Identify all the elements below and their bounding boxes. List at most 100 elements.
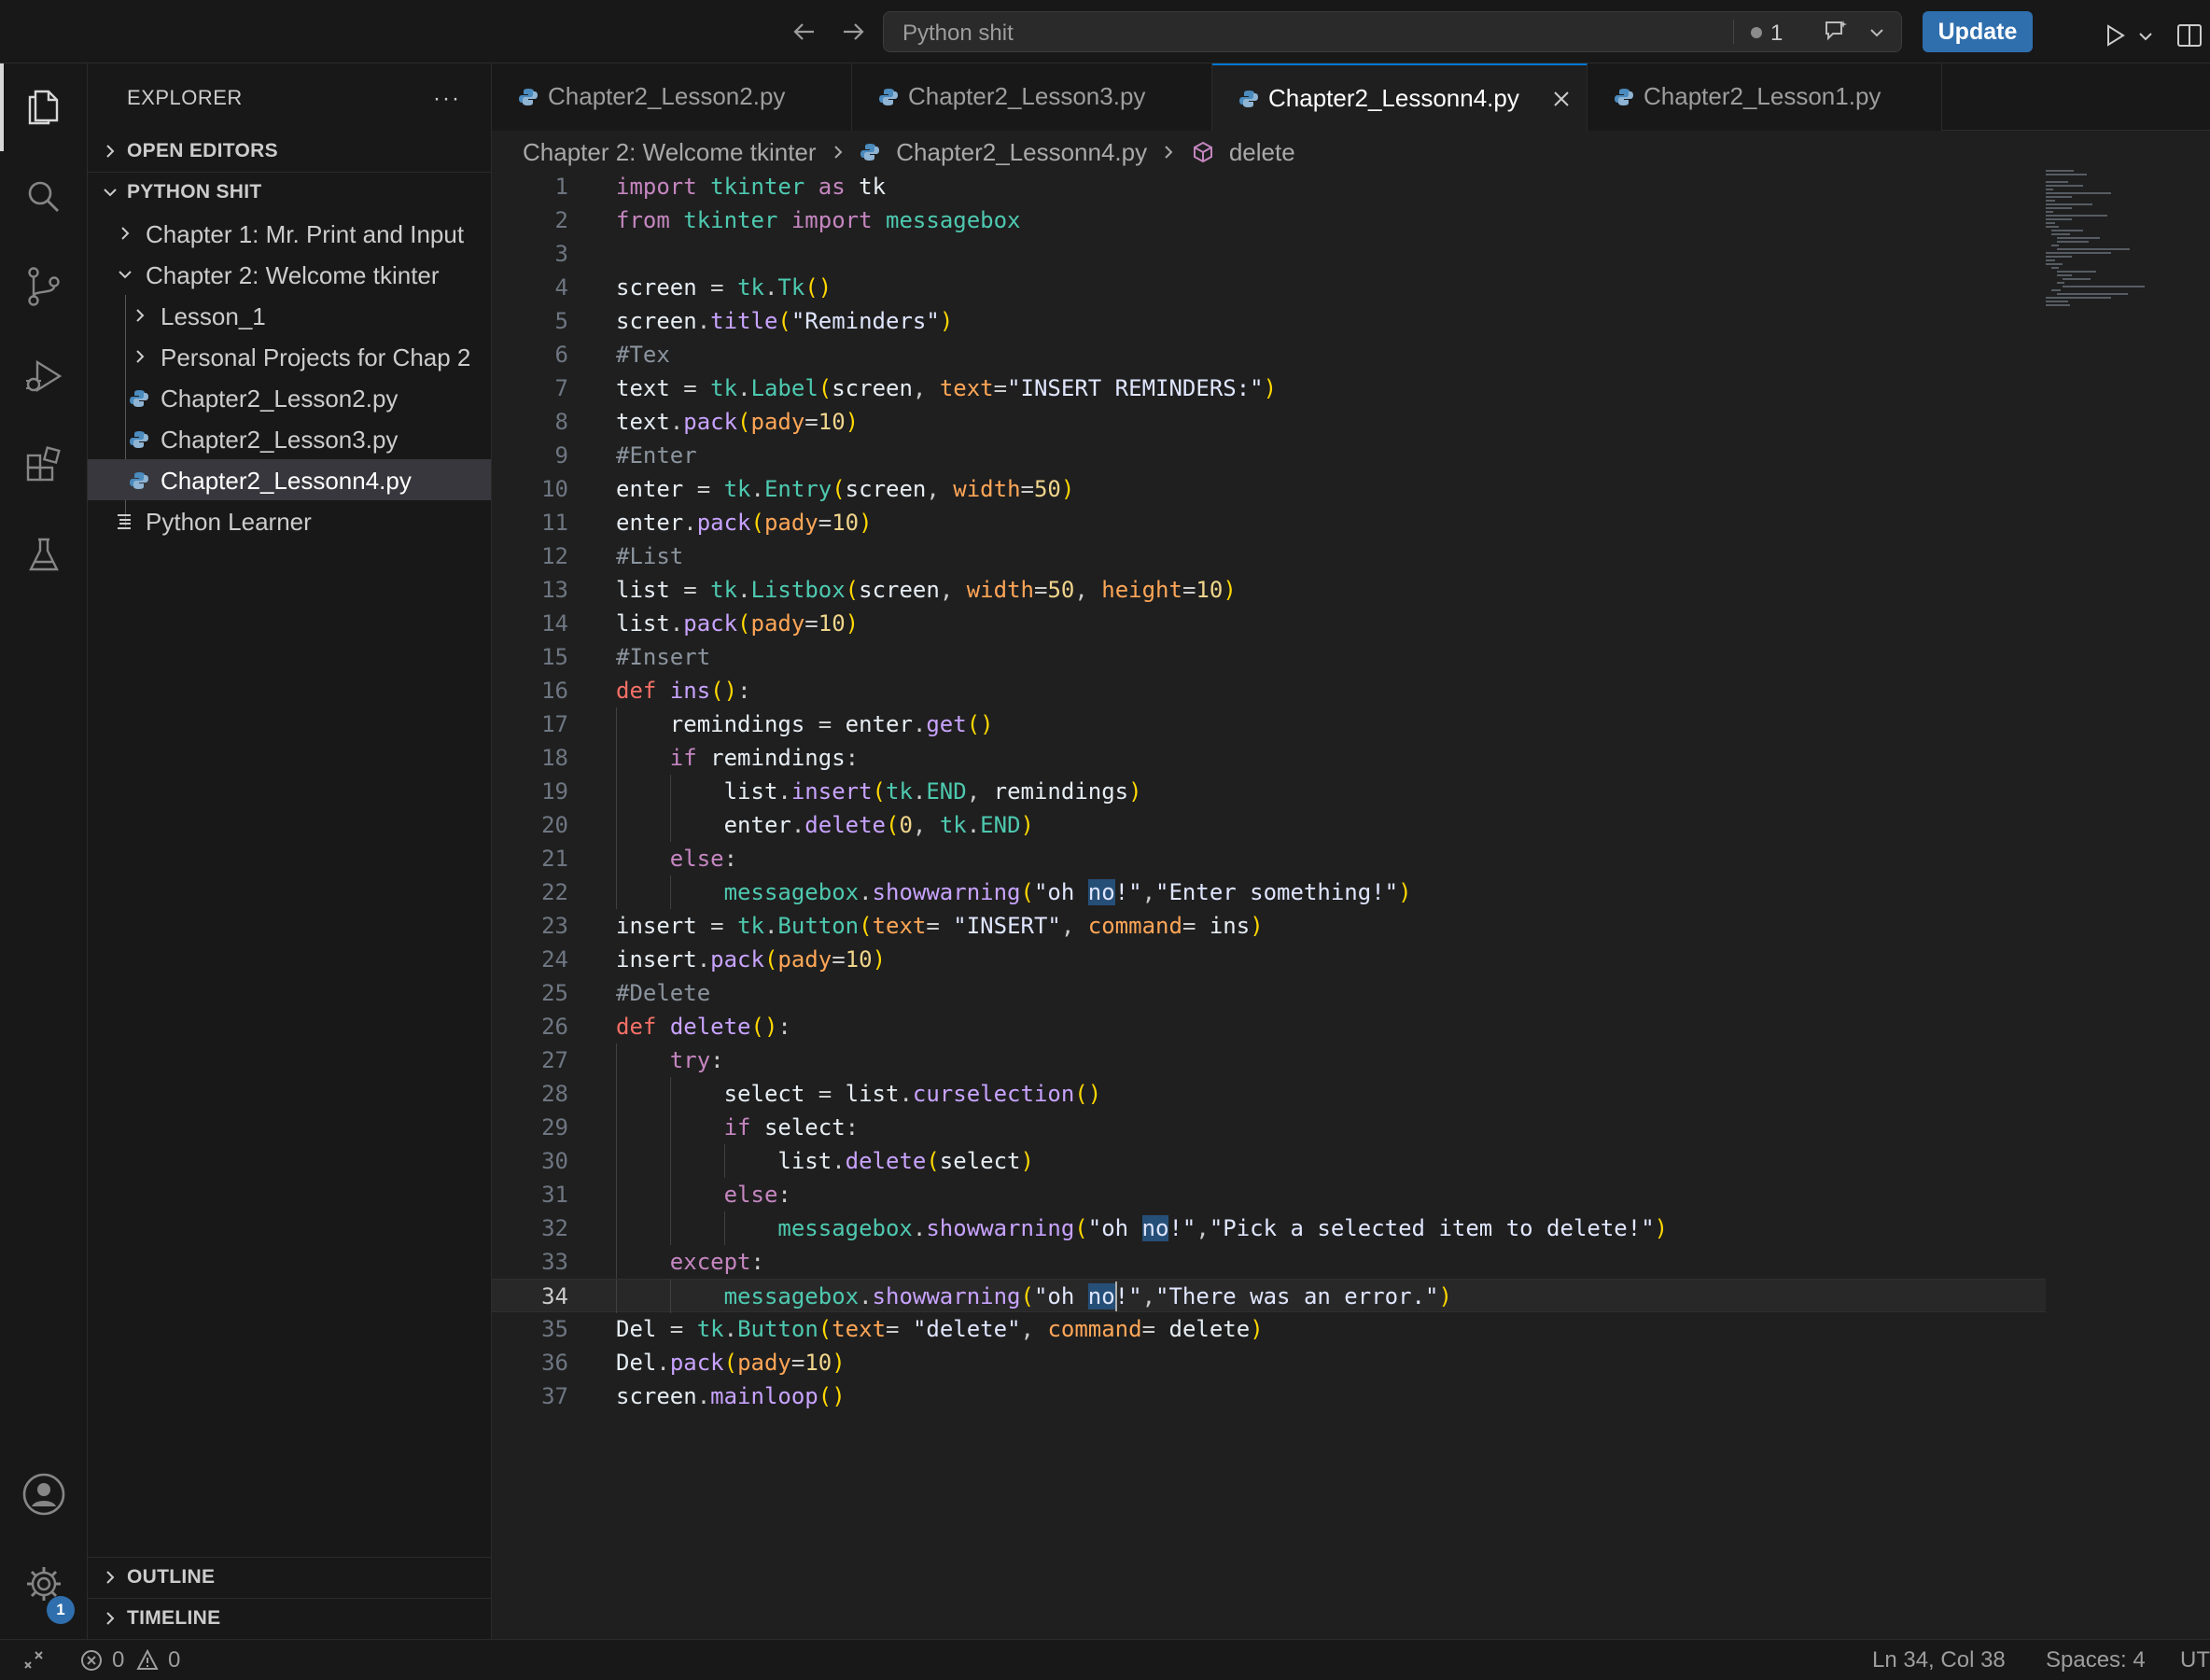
code-line[interactable]: 9 #Enter — [492, 439, 2046, 472]
tab-chapter2-lesson2[interactable]: Chapter2_Lesson2.py — [492, 63, 852, 131]
line-number: 33 — [541, 1249, 568, 1275]
line-number: 35 — [541, 1316, 568, 1342]
code-line[interactable]: 12 #List — [492, 539, 2046, 573]
code-line[interactable]: 26 def delete(): — [492, 1010, 2046, 1043]
code-line[interactable]: 37 screen.mainloop() — [492, 1379, 2046, 1413]
minimap[interactable] — [2044, 168, 2147, 317]
cursor-position[interactable]: Ln 34, Col 38 — [1872, 1647, 2006, 1673]
tree-folder-chapter-2[interactable]: Chapter 2: Welcome tkinter — [88, 254, 491, 295]
chat-icon[interactable] — [1823, 19, 1851, 45]
code-line[interactable]: 2 from tkinter import messagebox — [492, 203, 2046, 237]
code-line[interactable]: 27 try: — [492, 1043, 2046, 1077]
chevron-right-icon — [834, 146, 843, 159]
code-line[interactable]: 18 if remindings: — [492, 741, 2046, 775]
code-line[interactable]: 14 list.pack(pady=10) — [492, 607, 2046, 640]
tree-file-python-learner[interactable]: Python Learner — [88, 500, 491, 541]
source-control-icon[interactable] — [21, 263, 67, 310]
tab-chapter2-lesson3[interactable]: Chapter2_Lesson3.py — [852, 63, 1212, 131]
code-line[interactable]: 34 messagebox.showwarning("oh no!","Ther… — [492, 1279, 2046, 1313]
breadcrumb-folder[interactable]: Chapter 2: Welcome tkinter — [523, 138, 817, 167]
code-line[interactable]: 4 screen = tk.Tk() — [492, 271, 2046, 304]
code-line[interactable]: 3 — [492, 237, 2046, 271]
tab-chapter2-lessonn4-active[interactable]: Chapter2_Lessonn4.py — [1212, 63, 1588, 131]
tree-file-lessonn4-selected[interactable]: Chapter2_Lessonn4.py — [88, 459, 491, 500]
tree-folder-personal-projects[interactable]: Personal Projects for Chap 2 — [88, 336, 491, 377]
split-editor-icon[interactable] — [2175, 21, 2204, 50]
update-button[interactable]: Update — [1923, 11, 2033, 52]
extensions-icon[interactable] — [21, 442, 67, 489]
explorer-files-icon[interactable] — [21, 84, 67, 131]
code-line[interactable]: 13 list = tk.Listbox(screen, width=50, he… — [492, 573, 2046, 607]
chevron-down-icon[interactable] — [1867, 23, 1886, 42]
code-line[interactable]: 8 text.pack(pady=10) — [492, 405, 2046, 439]
remote-icon[interactable] — [22, 1649, 45, 1672]
tree-folder-lesson-1[interactable]: Lesson_1 — [88, 295, 491, 336]
code-line[interactable]: 31 else: — [492, 1178, 2046, 1211]
code-line[interactable]: 11 enter.pack(pady=10) — [492, 506, 2046, 539]
error-icon[interactable] — [80, 1649, 103, 1672]
indent-guide — [616, 1144, 617, 1178]
chevron-right-icon — [101, 142, 119, 161]
code-line[interactable]: 25 #Delete — [492, 976, 2046, 1010]
code-line[interactable]: 15 #Insert — [492, 640, 2046, 674]
code-line[interactable]: 32 messagebox.showwarning("oh no!","Pick… — [492, 1211, 2046, 1245]
account-icon[interactable] — [21, 1471, 67, 1518]
section-divider — [88, 1598, 492, 1599]
line-number: 20 — [541, 812, 568, 838]
code-text: if remindings: — [669, 745, 860, 771]
close-icon[interactable] — [1550, 88, 1573, 110]
run-python-file-icon[interactable] — [2102, 22, 2128, 49]
command-center-text: Python shit — [902, 21, 1014, 46]
code-text: def delete(): — [616, 1014, 791, 1040]
more-actions-icon[interactable]: ··· — [433, 86, 461, 112]
code-line[interactable]: 10 enter = tk.Entry(screen, width=50) — [492, 472, 2046, 506]
tree-folder-chapter-1[interactable]: Chapter 1: Mr. Print and Input — [88, 213, 491, 254]
code-line[interactable]: 20 enter.delete(0, tk.END) — [492, 808, 2046, 842]
code-line[interactable]: 28 select = list.curselection() — [492, 1077, 2046, 1111]
code-line[interactable]: 21 else: — [492, 842, 2046, 875]
encoding[interactable]: UT — [2180, 1647, 2210, 1673]
tree-item-label: Chapter2_Lesson2.py — [161, 385, 399, 413]
code-line[interactable]: 16 def ins(): — [492, 674, 2046, 707]
code-line[interactable]: 22 messagebox.showwarning("oh no!","Ente… — [492, 875, 2046, 909]
code-line[interactable]: 23 insert = tk.Button(text= "INSERT", com… — [492, 909, 2046, 943]
back-arrow-icon[interactable] — [790, 17, 819, 47]
error-count[interactable]: 0 — [112, 1647, 124, 1673]
code-line[interactable]: 19 list.insert(tk.END, remindings) — [492, 775, 2046, 808]
run-debug-icon[interactable] — [21, 353, 67, 399]
line-number: 28 — [541, 1081, 568, 1107]
code-editor[interactable]: 1 import tkinter as tk 2 from tkinter impor… — [492, 170, 2210, 1639]
code-line[interactable]: 36 Del.pack(pady=10) — [492, 1346, 2046, 1379]
code-line[interactable]: 33 except: — [492, 1245, 2046, 1279]
code-line[interactable]: 30 list.delete(select) — [492, 1144, 2046, 1178]
tree-item-label: Lesson_1 — [161, 302, 266, 330]
code-line[interactable]: 1 import tkinter as tk — [492, 170, 2046, 203]
tab-chapter2-lesson1[interactable]: Chapter2_Lesson1.py — [1588, 63, 1942, 131]
testing-flask-icon[interactable] — [21, 532, 67, 579]
indentation[interactable]: Spaces: 4 — [2046, 1647, 2146, 1673]
forward-arrow-icon[interactable] — [838, 17, 868, 47]
timeline-section[interactable]: TIMELINE — [88, 1600, 492, 1637]
explorer-sidebar: EXPLORER ··· OPEN EDITORS PYTHON SHIT Ch… — [88, 63, 492, 1639]
code-line[interactable]: 24 insert.pack(pady=10) — [492, 943, 2046, 976]
code-line[interactable]: 29 if select: — [492, 1111, 2046, 1144]
search-icon[interactable] — [21, 174, 67, 220]
command-center-search[interactable]: Python shit 1 — [883, 11, 1902, 52]
chevron-down-icon[interactable] — [2137, 28, 2154, 45]
code-line[interactable]: 7 text = tk.Label(screen, text="INSERT RE… — [492, 371, 2046, 405]
code-line[interactable]: 35 Del = tk.Button(text= "delete", comman… — [492, 1312, 2046, 1346]
warning-icon[interactable] — [136, 1649, 159, 1672]
code-line[interactable]: 5 screen.title("Reminders") — [492, 304, 2046, 338]
indent-guide — [723, 1211, 725, 1245]
breadcrumb-symbol[interactable]: delete — [1229, 138, 1295, 167]
tree-file-lesson2[interactable]: Chapter2_Lesson2.py — [88, 377, 491, 418]
folder-section-python-shit[interactable]: PYTHON SHIT — [88, 174, 492, 211]
code-line[interactable]: 17 remindings = enter.get() — [492, 707, 2046, 741]
tab-label: Chapter2_Lessonn4.py — [1268, 84, 1519, 112]
code-line[interactable]: 6 #Tex — [492, 338, 2046, 371]
breadcrumb-file[interactable]: Chapter2_Lessonn4.py — [896, 138, 1147, 167]
warning-count[interactable]: 0 — [168, 1647, 180, 1673]
tree-file-lesson3[interactable]: Chapter2_Lesson3.py — [88, 418, 491, 459]
open-editors-section[interactable]: OPEN EDITORS — [88, 133, 492, 170]
outline-section[interactable]: OUTLINE — [88, 1559, 492, 1596]
